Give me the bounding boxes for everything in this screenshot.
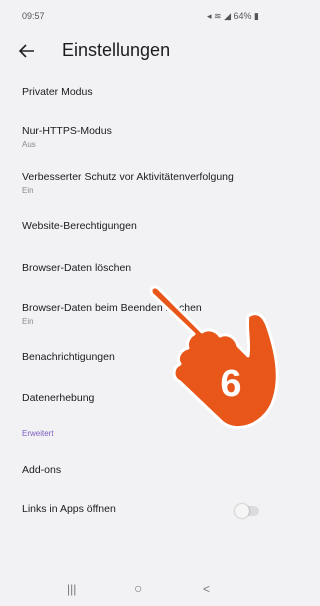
setting-tracking-protection[interactable]: Verbesserter Schutz vor Aktivitätenverfo… (22, 171, 284, 195)
setting-status: Ein (22, 186, 34, 195)
setting-https-only[interactable]: Nur-HTTPS-Modus Aus (22, 125, 284, 149)
pointing-hand-icon (150, 285, 279, 430)
setting-label: Nur-HTTPS-Modus (22, 125, 112, 137)
back-button[interactable] (16, 40, 38, 62)
battery-icon: ▮ (254, 11, 259, 21)
navigation-bar: ||| ○ < (0, 576, 281, 606)
section-header-advanced: Erweitert (22, 429, 54, 438)
setting-label: Add-ons (22, 464, 62, 476)
signal-icon: ◢ (224, 11, 231, 21)
open-links-toggle[interactable] (235, 504, 259, 518)
setting-add-ons[interactable]: Add-ons (22, 464, 284, 476)
setting-clear-browser-data[interactable]: Browser-Daten löschen (22, 262, 284, 274)
setting-label: Browser-Daten löschen (22, 262, 132, 274)
recent-apps-button[interactable]: ||| (67, 582, 76, 596)
battery-level: 64% (233, 11, 252, 21)
status-icons: ◂ ≋ ◢ 64% ▮ (207, 11, 259, 22)
setting-label: Website-Berechtigungen (22, 220, 137, 232)
setting-label: Privater Modus (22, 86, 93, 98)
setting-private-mode[interactable]: Privater Modus (22, 86, 284, 98)
mute-icon: ◂ (206, 11, 212, 21)
page-title: Einstellungen (62, 40, 171, 60)
app-bar: Einstellungen (0, 28, 281, 72)
setting-site-permissions[interactable]: Website-Berechtigungen (22, 220, 284, 232)
setting-label: Links in Apps öffnen (22, 503, 116, 515)
home-button[interactable]: ○ (134, 580, 142, 596)
setting-label: Verbesserter Schutz vor Aktivitätenverfo… (22, 171, 234, 183)
wifi-icon: ≋ (214, 11, 222, 21)
toggle-knob (235, 504, 249, 518)
arrow-left-icon (18, 44, 34, 58)
setting-open-links-in-apps[interactable]: Links in Apps öffnen (22, 503, 222, 515)
setting-status: Aus (22, 140, 36, 149)
status-bar: 09:57 ◂ ≋ ◢ 64% ▮ (0, 0, 281, 26)
back-nav-button[interactable]: < (203, 582, 210, 596)
step-number: 6 (220, 363, 242, 405)
status-time: 09:57 (22, 11, 45, 21)
